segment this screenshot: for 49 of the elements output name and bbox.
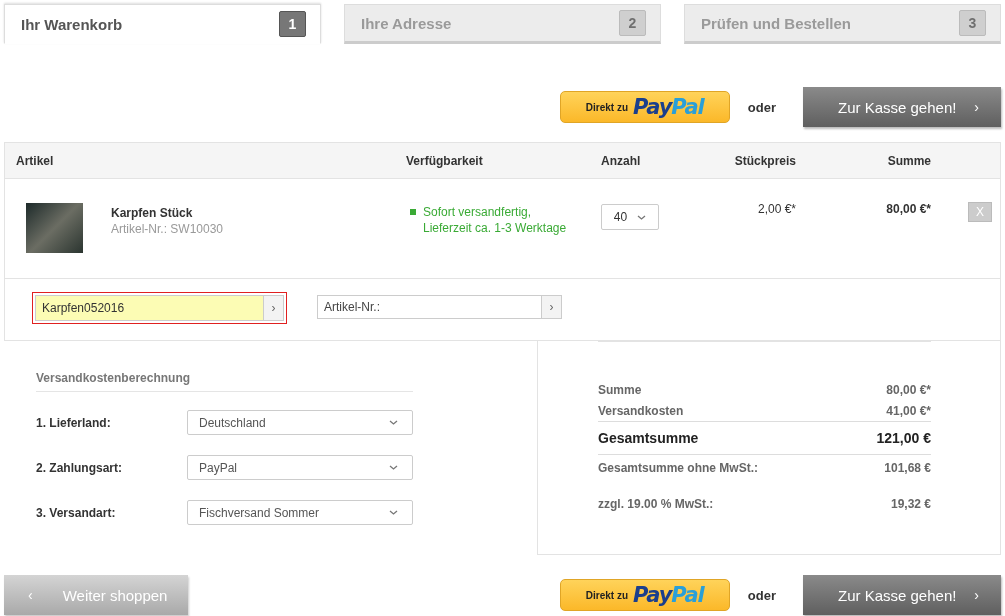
sku-field[interactable]: Artikel-Nr.: [317,295,541,319]
dropdown[interactable]: Fischversand Sommer [187,500,413,525]
column-header: Anzahl [601,153,642,168]
column-header: Summe [886,153,931,168]
or-label: oder [747,587,776,603]
product-name[interactable]: Karpfen Stück [111,206,224,220]
dropdown[interactable]: Deutschland [187,410,413,435]
paypal-button[interactable]: Direkt zu PayPal [559,91,730,123]
column-header: Artikel [16,153,55,168]
summary-label: Summe [598,382,642,397]
or-label: oder [747,99,776,115]
product-sku: Artikel-Nr.: SW10030 [111,222,224,236]
field-label: 1. Lieferland: [36,415,112,430]
field-label: 3. Versandart: [36,505,117,520]
availability-text: Sofort versandfertig, Lieferzeit ca. 1-3 Werktage [423,204,568,236]
paypal-button[interactable]: Direkt zu PayPal [559,579,730,611]
field-label: 2. Zahlungsart: [36,460,123,475]
step-number: 3 [959,10,986,36]
chevron-down-icon [389,420,398,425]
submit-button[interactable]: › [263,295,284,321]
voucher-field[interactable]: Karpfen052016 [35,295,263,321]
quantity-select[interactable]: 40 [601,204,659,230]
submit-button[interactable]: › [541,295,562,319]
dropdown[interactable]: PayPal [187,455,413,480]
checkout-button[interactable]: Zur Kasse gehen! › [803,575,1001,615]
step-tab[interactable]: Ihr Warenkorb 1 [4,4,321,44]
paypal-logo: PayPal [633,95,704,119]
chevron-down-icon [389,465,398,470]
summary-label: Gesamtsumme ohne MwSt.: [598,461,759,475]
summary-value: 19,32 € [890,496,931,511]
column-header: Stückpreis [733,153,796,168]
line-total: 80,00 €* [885,202,931,216]
summary-value: 121,00 € [876,430,931,446]
section-title: Versandkostenberechnung [36,371,413,392]
summary-value: 41,00 €* [886,403,931,418]
summary-label: Gesamtsumme [598,430,699,446]
step-number: 1 [279,11,306,37]
photo-placeholder [26,203,83,253]
unit-price: 2,00 €* [756,202,796,216]
checkout-button[interactable]: Zur Kasse gehen! › [803,87,1001,127]
paypal-logo: PayPal [633,583,704,607]
summary-value: 80,00 €* [886,382,931,397]
column-header: Verfügbarkeit [406,153,484,168]
step-number: 2 [619,10,646,36]
chevron-down-icon [389,510,398,515]
chevron-down-icon [637,214,647,220]
summary-label: Versandkosten [598,403,684,418]
summary-label: zzgl. 19.00 % MwSt.: [598,496,714,511]
summary-value: 101,68 € [884,461,931,475]
